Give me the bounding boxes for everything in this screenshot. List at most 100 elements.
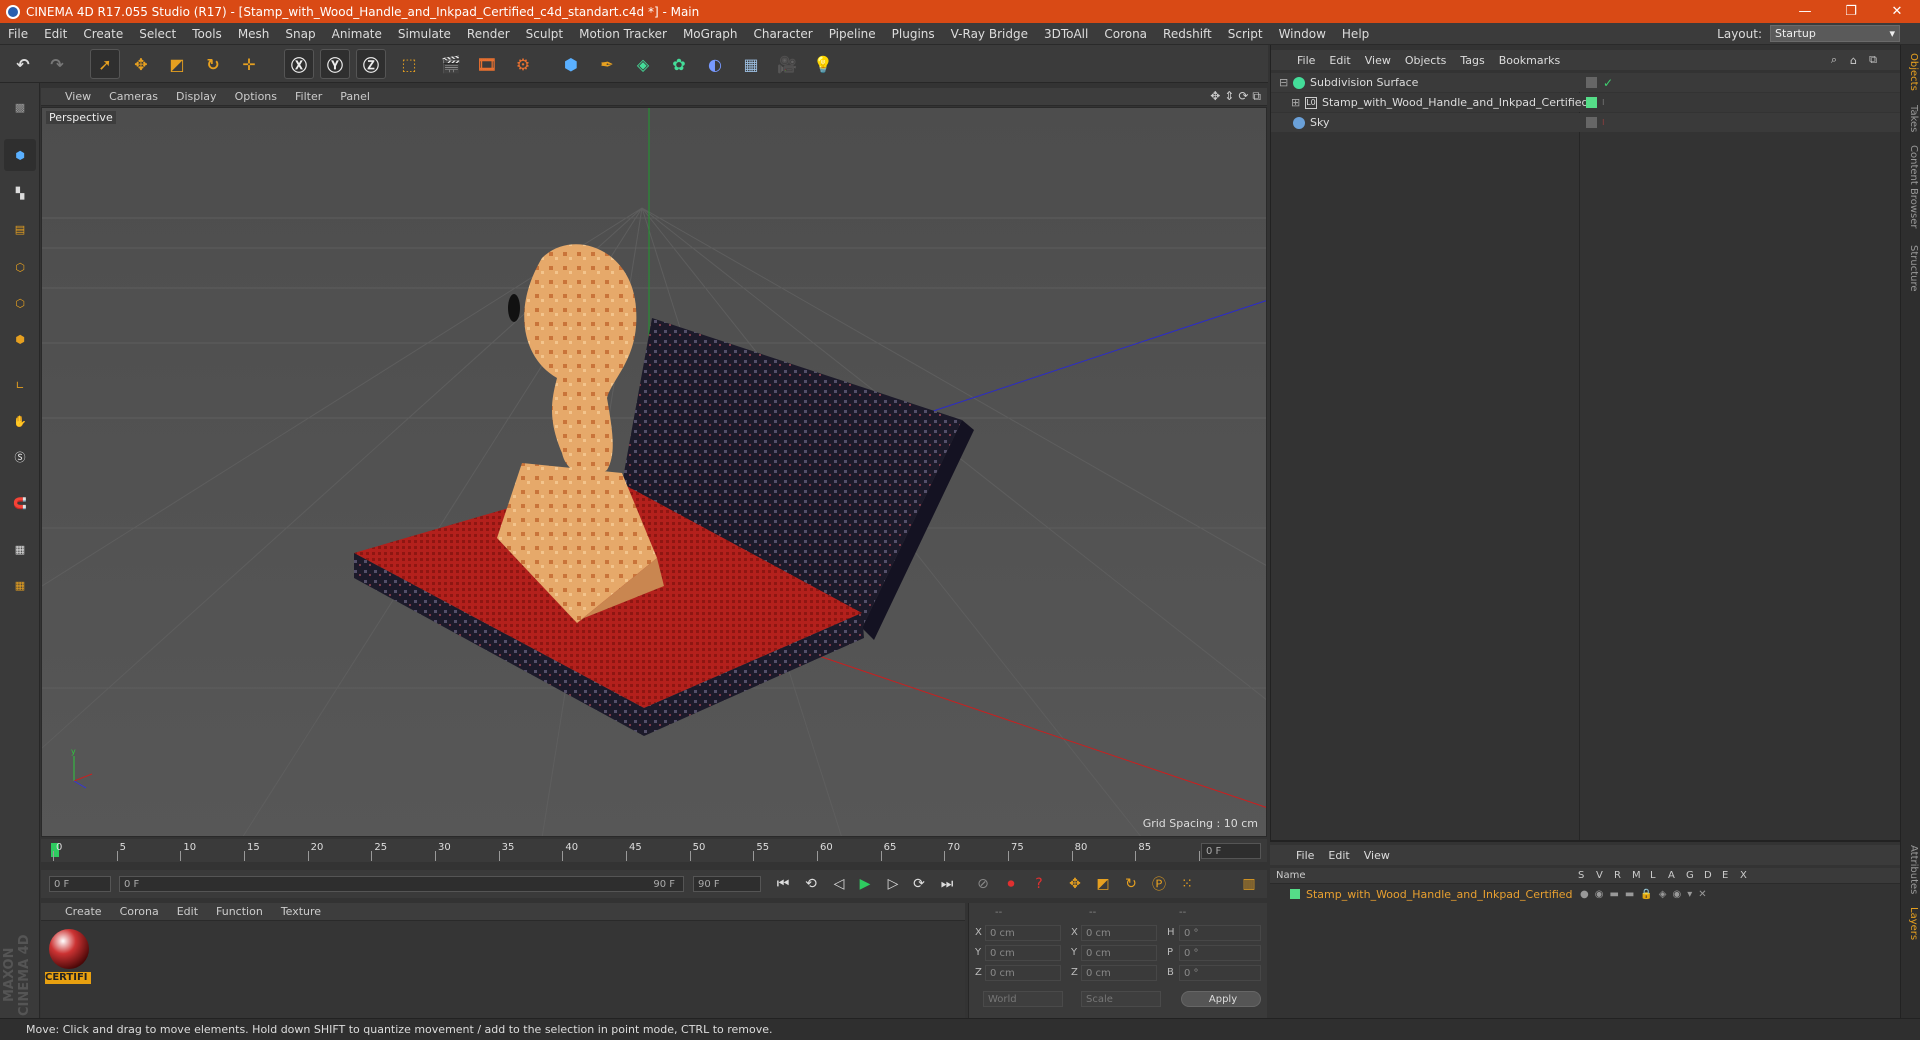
preview-range-slider[interactable]: 0 F 90 F bbox=[119, 876, 684, 892]
play-icon[interactable]: ▶ bbox=[853, 873, 877, 895]
key-rotation-icon[interactable]: ↻ bbox=[1119, 873, 1143, 895]
material-swatch[interactable]: CERTIFI bbox=[43, 923, 93, 985]
object-menu-tags[interactable]: Tags bbox=[1453, 54, 1491, 67]
menu-edit[interactable]: Edit bbox=[36, 27, 75, 41]
subdivision-icon[interactable]: ◈ bbox=[628, 49, 658, 79]
pen-spline-icon[interactable]: ✒ bbox=[592, 49, 622, 79]
restore-button[interactable]: ❐ bbox=[1828, 0, 1874, 23]
keyframe-selection-icon[interactable]: ? bbox=[1027, 873, 1051, 895]
layout-dropdown[interactable]: Startup ▾ bbox=[1770, 25, 1900, 42]
layer-color-icon[interactable] bbox=[1586, 97, 1597, 108]
deformer-icon[interactable]: ◐ bbox=[700, 49, 730, 79]
layer-col-v[interactable]: V bbox=[1596, 870, 1603, 881]
layer-col-g[interactable]: G bbox=[1686, 870, 1694, 881]
key-position-icon[interactable]: ✥ bbox=[1063, 873, 1087, 895]
expand-icon[interactable]: ⊞ bbox=[1291, 96, 1305, 109]
cube-icon[interactable]: ⬢ bbox=[556, 49, 586, 79]
viewport-menu-display[interactable]: Display bbox=[167, 90, 226, 103]
viewport-menu-panel[interactable]: Panel bbox=[331, 90, 379, 103]
object-menu-view[interactable]: View bbox=[1358, 54, 1398, 67]
position-y-field[interactable]: 0 cm bbox=[985, 945, 1061, 961]
menu-mograph[interactable]: MoGraph bbox=[675, 27, 746, 41]
tab-layers[interactable]: Layers bbox=[1903, 907, 1919, 940]
polygons-mode-icon[interactable]: ⬢ bbox=[4, 323, 36, 355]
scale-tool-icon[interactable]: ◩ bbox=[162, 49, 192, 79]
search-icon[interactable]: ⌕ bbox=[1831, 53, 1837, 67]
menu-window[interactable]: Window bbox=[1271, 27, 1334, 41]
workplane-icon[interactable]: ▤ bbox=[4, 213, 36, 245]
enabled-check-icon[interactable]: ✓ bbox=[1603, 76, 1613, 90]
sky-visibility-dots-icon[interactable]: ⁝ bbox=[1602, 118, 1605, 127]
object-row-sky[interactable]: Sky ⁝ bbox=[1271, 113, 1901, 132]
menu-animate[interactable]: Animate bbox=[324, 27, 390, 41]
coord-mode-dropdown[interactable]: Scale bbox=[1081, 991, 1161, 1007]
z-axis-icon[interactable]: Ⓩ bbox=[356, 49, 386, 79]
axis-mode-icon[interactable]: ∟ bbox=[4, 369, 36, 401]
object-menu-objects[interactable]: Objects bbox=[1398, 54, 1454, 67]
tab-objects[interactable]: Objects bbox=[1903, 53, 1919, 91]
layer-col-m[interactable]: M bbox=[1632, 870, 1641, 881]
menu-mesh[interactable]: Mesh bbox=[230, 27, 278, 41]
menu-select[interactable]: Select bbox=[131, 27, 184, 41]
layer-menu-view[interactable]: View bbox=[1357, 849, 1397, 862]
layer-col-e[interactable]: E bbox=[1722, 870, 1728, 881]
position-z-field[interactable]: 0 cm bbox=[985, 965, 1061, 981]
menu-script[interactable]: Script bbox=[1220, 27, 1271, 41]
timeline-window-icon[interactable]: ▥ bbox=[1237, 873, 1261, 895]
light-icon[interactable]: 💡 bbox=[808, 49, 838, 79]
menu-character[interactable]: Character bbox=[745, 27, 820, 41]
collapse-icon[interactable]: ⊟ bbox=[1279, 76, 1293, 89]
layer-col-a[interactable]: A bbox=[1668, 870, 1675, 881]
undo-icon[interactable]: ↶ bbox=[8, 49, 38, 79]
material-menu-corona[interactable]: Corona bbox=[111, 905, 168, 918]
key-scale-icon[interactable]: ◩ bbox=[1091, 873, 1115, 895]
rotate-tool-icon[interactable]: ↻ bbox=[198, 49, 228, 79]
key-parameter-icon[interactable]: Ⓟ bbox=[1147, 873, 1171, 895]
key-pla-icon[interactable]: ⁙ bbox=[1175, 873, 1199, 895]
tab-attributes[interactable]: Attributes bbox=[1903, 845, 1919, 894]
size-x-field[interactable]: 0 cm bbox=[1081, 925, 1157, 941]
object-row-subdivision[interactable]: ⊟ Subdivision Surface ✓ bbox=[1271, 73, 1901, 92]
perspective-viewport[interactable]: y Perspective Grid Spacing : 10 cm bbox=[41, 107, 1267, 837]
menu-simulate[interactable]: Simulate bbox=[390, 27, 459, 41]
layer-row[interactable]: Stamp_with_Wood_Handle_and_Inkpad_Certif… bbox=[1270, 886, 1900, 902]
edges-mode-icon[interactable]: ⬡ bbox=[4, 287, 36, 319]
new-window-icon[interactable]: ⧉ bbox=[1869, 53, 1877, 67]
menu-snap[interactable]: Snap bbox=[277, 27, 323, 41]
menu-tools[interactable]: Tools bbox=[184, 27, 230, 41]
menu-file[interactable]: File bbox=[0, 27, 36, 41]
timeline-ruler[interactable]: 051015202530354045505560657075808590 0 F bbox=[41, 839, 1267, 862]
pan-icon[interactable]: ✥ bbox=[1210, 89, 1220, 104]
tab-content-browser[interactable]: Content Browser bbox=[1903, 145, 1919, 228]
layer-color-swatch[interactable] bbox=[1290, 889, 1300, 899]
rotation-h-field[interactable]: 0 ° bbox=[1179, 925, 1261, 941]
menu-corona[interactable]: Corona bbox=[1096, 27, 1155, 41]
position-x-field[interactable]: 0 cm bbox=[985, 925, 1061, 941]
move-tool-icon[interactable]: ✥ bbox=[126, 49, 156, 79]
y-axis-icon[interactable]: Ⓨ bbox=[320, 49, 350, 79]
menu-plugins[interactable]: Plugins bbox=[884, 27, 943, 41]
material-menu-create[interactable]: Create bbox=[41, 905, 111, 918]
coord-space-dropdown[interactable]: World bbox=[983, 991, 1063, 1007]
tab-structure[interactable]: Structure bbox=[1903, 245, 1919, 292]
layer-toggle-icons[interactable]: ●◉▬▬🔒◈◉▾✕ bbox=[1580, 889, 1713, 900]
visibility-dots-icon[interactable]: ⁝ bbox=[1602, 98, 1605, 107]
object-menu-bookmarks[interactable]: Bookmarks bbox=[1492, 54, 1567, 67]
camera-icon[interactable]: 🎥 bbox=[772, 49, 802, 79]
material-menu-function[interactable]: Function bbox=[207, 905, 272, 918]
material-menu-texture[interactable]: Texture bbox=[272, 905, 330, 918]
model-mode-icon[interactable]: ⬢ bbox=[4, 139, 36, 171]
prev-frame-icon[interactable]: ◁ bbox=[827, 873, 851, 895]
maximize-view-icon[interactable]: ⧉ bbox=[1252, 89, 1261, 104]
render-picture-viewer-icon[interactable]: 🎞 bbox=[472, 49, 502, 79]
menu-create[interactable]: Create bbox=[75, 27, 131, 41]
viewport-menu-view[interactable]: View bbox=[41, 90, 100, 103]
viewport-menu-filter[interactable]: Filter bbox=[286, 90, 331, 103]
apply-button[interactable]: Apply bbox=[1181, 991, 1261, 1007]
rotation-p-field[interactable]: 0 ° bbox=[1179, 945, 1261, 961]
layer-menu-file[interactable]: File bbox=[1270, 849, 1321, 862]
layer-col-s[interactable]: S bbox=[1578, 870, 1584, 881]
rotation-b-field[interactable]: 0 ° bbox=[1179, 965, 1261, 981]
object-row-stamp[interactable]: ⊞ L0 Stamp_with_Wood_Handle_and_Inkpad_C… bbox=[1271, 93, 1901, 112]
size-y-field[interactable]: 0 cm bbox=[1081, 945, 1157, 961]
